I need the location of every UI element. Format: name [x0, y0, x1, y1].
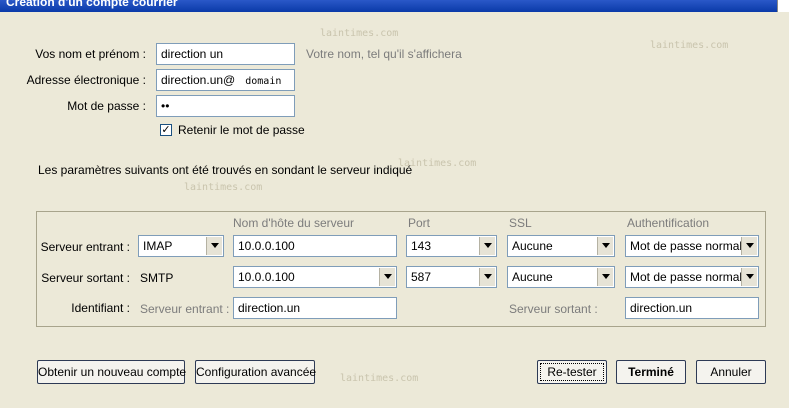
incoming-protocol-select[interactable]: IMAP — [138, 235, 224, 257]
outgoing-port-value: 587 — [411, 270, 432, 284]
name-hint: Votre nom, tel qu'il s'affichera — [306, 47, 462, 61]
watermark: laintimes.com — [320, 28, 399, 39]
new-account-button[interactable]: Obtenir un nouveau compte — [37, 360, 186, 384]
name-value: direction un — [161, 47, 224, 61]
password-input[interactable]: •• — [156, 95, 295, 117]
probe-info-text: Les paramètres suivants ont été trouvés … — [38, 163, 413, 177]
outgoing-port-select[interactable]: 587 — [406, 266, 497, 288]
chevron-down-icon — [741, 237, 757, 255]
hostname-column-header: Nom d'hôte du serveur — [233, 216, 355, 230]
chevron-down-icon — [479, 268, 495, 286]
incoming-port-select[interactable]: 143 — [406, 235, 497, 257]
remember-password-label[interactable]: Retenir le mot de passe — [178, 123, 305, 137]
email-value: direction.un@ — [161, 73, 236, 87]
identifier-incoming-label: Serveur entrant : — [140, 302, 230, 316]
name-label: Vos nom et prénom : — [35, 47, 146, 61]
password-value: •• — [161, 99, 170, 113]
incoming-port-value: 143 — [411, 239, 432, 253]
watermark: laintimes.com — [340, 373, 419, 384]
incoming-hostname-value: 10.0.0.100 — [238, 239, 295, 253]
outgoing-hostname-select[interactable]: 10.0.0.100 — [233, 266, 397, 288]
incoming-server-label: Serveur entrant : — [40, 240, 130, 254]
email-domain: domain — [245, 76, 282, 87]
outgoing-hostname-value: 10.0.0.100 — [238, 270, 295, 284]
outgoing-server-label: Serveur sortant : — [41, 271, 130, 285]
done-button[interactable]: Terminé — [616, 360, 686, 384]
outgoing-username-value: direction.un — [630, 301, 693, 315]
window-title: Création d'un compte courrier — [6, 0, 178, 9]
watermark: laintimes.com — [650, 40, 729, 51]
outgoing-protocol: SMTP — [140, 271, 174, 285]
outgoing-ssl-select[interactable]: Aucune — [507, 266, 615, 288]
chevron-down-icon — [741, 268, 757, 286]
email-input[interactable]: direction.un@ domain — [156, 69, 295, 91]
close-window-button[interactable] — [777, 0, 789, 12]
incoming-hostname-input[interactable]: 10.0.0.100 — [233, 235, 397, 257]
port-column-header: Port — [408, 216, 431, 230]
password-label: Mot de passe : — [67, 99, 146, 113]
identifier-outgoing-label: Serveur sortant : — [509, 302, 598, 316]
email-label: Adresse électronique : — [26, 73, 146, 87]
outgoing-auth-value: Mot de passe normal — [630, 270, 743, 284]
chevron-down-icon — [597, 268, 613, 286]
retest-button[interactable]: Re-tester — [537, 360, 607, 384]
ssl-column-header: SSL — [509, 216, 532, 230]
outgoing-auth-select[interactable]: Mot de passe normal — [625, 266, 759, 288]
remember-password-checkbox[interactable]: ✓ — [160, 124, 172, 136]
incoming-auth-select[interactable]: Mot de passe normal — [625, 235, 759, 257]
incoming-ssl-select[interactable]: Aucune — [507, 235, 615, 257]
chevron-down-icon — [379, 268, 395, 286]
identifier-label: Identifiant : — [71, 301, 130, 315]
auth-column-header: Authentification — [627, 216, 710, 230]
chevron-down-icon — [479, 237, 495, 255]
advanced-config-button[interactable]: Configuration avancée — [195, 360, 316, 384]
incoming-username-value: direction.un — [238, 301, 301, 315]
chevron-down-icon — [206, 237, 222, 255]
incoming-username-input[interactable]: direction.un — [233, 297, 397, 319]
title-bar: Création d'un compte courrier — [0, 0, 789, 12]
outgoing-username-input[interactable]: direction.un — [625, 297, 759, 319]
incoming-ssl-value: Aucune — [512, 239, 553, 253]
name-input[interactable]: direction un — [156, 43, 295, 65]
cancel-button[interactable]: Annuler — [696, 360, 766, 384]
incoming-protocol-value: IMAP — [143, 239, 173, 253]
chevron-down-icon — [597, 237, 613, 255]
incoming-auth-value: Mot de passe normal — [630, 239, 743, 253]
outgoing-ssl-value: Aucune — [512, 270, 553, 284]
watermark: laintimes.com — [184, 182, 263, 193]
